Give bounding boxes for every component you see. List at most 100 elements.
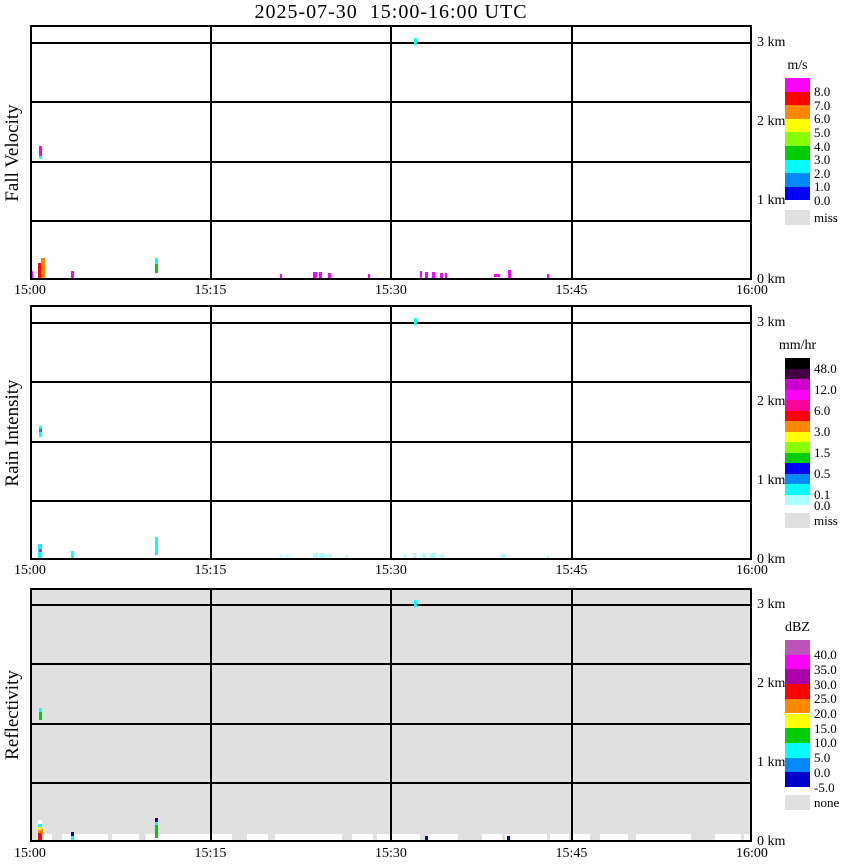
colorbar-band xyxy=(785,431,810,442)
colorbar-tick-label: 2.0 xyxy=(814,165,831,181)
y-tick-label: 3 km xyxy=(757,35,786,50)
x-tick-label: 15:30 xyxy=(375,283,407,298)
colorbar-missing-label: miss xyxy=(814,513,838,528)
y-tick-label: 0 km xyxy=(757,834,786,849)
colorbar-tick-label: 40.0 xyxy=(814,647,837,663)
colorbar-tick-label: 15.0 xyxy=(814,720,837,736)
y-tick-label: 2 km xyxy=(757,676,786,691)
y-tick-label: 0 km xyxy=(757,552,786,567)
colorbar-band xyxy=(785,368,810,379)
colorbar-band xyxy=(785,713,810,729)
colorbar-band xyxy=(785,473,810,484)
colorbar-band xyxy=(785,640,810,655)
colorbar-missing-band xyxy=(785,795,810,810)
colorbar-unit-label: mm/hr xyxy=(778,338,817,353)
y-tick-label: 1 km xyxy=(757,473,786,488)
colorbar-band xyxy=(785,186,810,201)
x-tick-label: 15:00 xyxy=(14,283,46,298)
plot-frame xyxy=(30,588,752,842)
colorbar-band xyxy=(785,772,810,787)
x-tick-label: 15:15 xyxy=(194,563,227,578)
colorbar-tick-label: 0.0 xyxy=(814,497,831,513)
colorbar-tick-label: 3.0 xyxy=(814,424,831,439)
colorbar-tick-label: 3.0 xyxy=(814,152,831,168)
colorbar-band xyxy=(785,118,810,133)
colorbar-missing-label: none xyxy=(814,795,840,810)
colorbar-missing-band xyxy=(785,210,810,226)
colorbar-tick-label: 25.0 xyxy=(814,691,837,707)
colorbar-band xyxy=(785,742,810,758)
colorbar-band xyxy=(785,173,810,187)
mrr-quicklook-chart: 2025-07-30 15:00-16:00 UTC 15:00 15:15 15:… xyxy=(0,0,850,868)
colorbar-band xyxy=(785,494,810,505)
y-tick-label: 2 km xyxy=(757,394,786,409)
colorbar-band xyxy=(785,728,810,743)
colorbar-tick-label: 30.0 xyxy=(814,676,837,692)
colorbar-tick-label: 0.0 xyxy=(814,764,831,780)
colorbar-tick-label: 1.0 xyxy=(814,179,831,195)
colorbar-tick-label: 8.0 xyxy=(814,84,831,100)
colorbar-band xyxy=(785,146,810,160)
colorbar-tick-label: 0.0 xyxy=(814,192,831,208)
x-tick-label: 15:30 xyxy=(375,846,407,861)
colorbar-unit-label: m/s xyxy=(787,58,808,73)
colorbar-missing-band xyxy=(785,513,810,528)
colorbar-band xyxy=(785,669,810,685)
y-tick-label: 3 km xyxy=(757,315,786,330)
colorbar-tick-label: 4.0 xyxy=(814,138,831,154)
x-tick-label: 15:30 xyxy=(375,563,407,578)
colorbar-tick-label: 10.0 xyxy=(814,735,837,751)
colorbar-tick-label: 1.5 xyxy=(814,445,831,460)
y-tick-label: 3 km xyxy=(757,597,786,612)
colorbar-band xyxy=(785,757,810,773)
y-tick-label: 0 km xyxy=(757,272,786,287)
colorbar-tick-label: 5.0 xyxy=(814,124,831,140)
colorbar-band xyxy=(785,410,810,421)
y-tick-label: 2 km xyxy=(757,114,786,129)
colorbar-tick-label: 0.5 xyxy=(814,466,831,481)
colorbar-band xyxy=(785,400,810,411)
y-axis-title: Rain Intensity xyxy=(2,378,23,487)
colorbar-band xyxy=(785,484,810,495)
colorbar-band xyxy=(785,105,810,119)
colorbar-tick-label: -5.0 xyxy=(814,779,835,795)
y-tick-label: 1 km xyxy=(757,755,786,770)
colorbar-band xyxy=(785,421,810,432)
colorbar-tick-label: 48.0 xyxy=(814,361,837,376)
y-tick-label: 1 km xyxy=(757,193,786,208)
colorbar-tick-label: 5.0 xyxy=(814,750,831,766)
x-tick-label: 15:00 xyxy=(14,846,46,861)
y-axis-title: Fall Velocity xyxy=(2,103,23,202)
colorbar-band xyxy=(785,463,810,474)
colorbar-band xyxy=(785,91,810,106)
colorbar-band xyxy=(785,78,810,92)
colorbar-missing-label: miss xyxy=(814,210,838,226)
colorbar-tick-label: 6.0 xyxy=(814,111,831,127)
y-axis-title: Reflectivity xyxy=(2,670,23,760)
x-tick-label: 15:00 xyxy=(14,563,46,578)
colorbar-tick-label: 6.0 xyxy=(814,403,831,418)
x-tick-label: 15:45 xyxy=(555,563,588,578)
x-tick-label: 15:15 xyxy=(194,846,227,861)
colorbar-band xyxy=(785,684,810,699)
colorbar-band xyxy=(785,159,810,174)
colorbar-band xyxy=(785,452,810,463)
x-tick-label: 15:15 xyxy=(194,283,227,298)
chart-title: 2025-07-30 15:00-16:00 UTC xyxy=(254,1,528,23)
colorbar-band xyxy=(785,389,810,400)
colorbar-tick-label: 12.0 xyxy=(814,382,837,397)
plot-frame xyxy=(30,305,752,560)
colorbar-band xyxy=(785,698,810,714)
x-tick-label: 15:45 xyxy=(555,283,588,298)
colorbar-tick-label: 35.0 xyxy=(814,661,837,677)
colorbar-band xyxy=(785,358,810,369)
colorbar-band xyxy=(785,442,810,453)
plot-frame xyxy=(30,25,752,280)
colorbar-tick-label: 20.0 xyxy=(814,706,837,721)
colorbar-band xyxy=(785,654,810,670)
x-tick-label: 15:45 xyxy=(555,846,588,861)
colorbar-band xyxy=(785,379,810,390)
colorbar-band xyxy=(785,132,810,146)
colorbar-tick-label: 7.0 xyxy=(814,97,831,113)
colorbar-unit-label: dBZ xyxy=(785,620,810,635)
